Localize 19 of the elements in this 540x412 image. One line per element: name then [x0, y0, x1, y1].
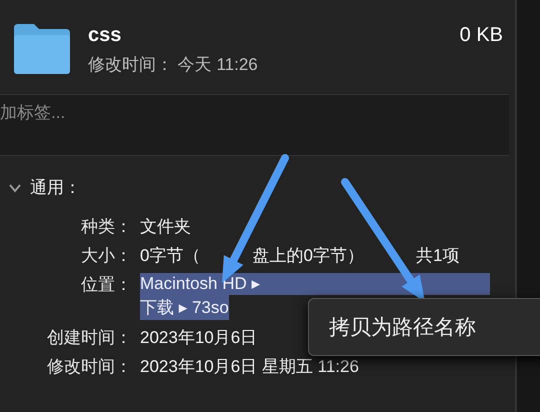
- menu-item[interactable]: 拷贝为路径名称: [329, 313, 476, 341]
- field-label: 大小：: [81, 245, 132, 267]
- field-value: 2023年10月6日: [140, 327, 258, 349]
- file-name: css: [88, 24, 122, 47]
- chevron-icon[interactable]: [8, 182, 22, 192]
- field-label: 位置：: [81, 274, 132, 296]
- field-value: 文件夹: [140, 216, 191, 238]
- section-title: 通用：: [30, 177, 81, 199]
- file-size: 0 KB: [460, 24, 503, 47]
- field-label: 修改时间：: [47, 356, 132, 378]
- tags-field[interactable]: 加标签...: [0, 103, 300, 123]
- location-path[interactable]: 下载 ▸ 73so: [140, 295, 229, 320]
- field-label: 种类：: [81, 216, 132, 238]
- modified-time: 修改时间： 今天 11:26: [88, 54, 259, 76]
- field-value: 2023年10月6日 星期五 11:26: [140, 356, 359, 378]
- field-value: 0字节（: [140, 245, 200, 267]
- field-value: 共1项: [416, 245, 460, 267]
- field-label: 创建时间：: [47, 327, 132, 349]
- field-value: 盘上的0字节）: [252, 245, 364, 267]
